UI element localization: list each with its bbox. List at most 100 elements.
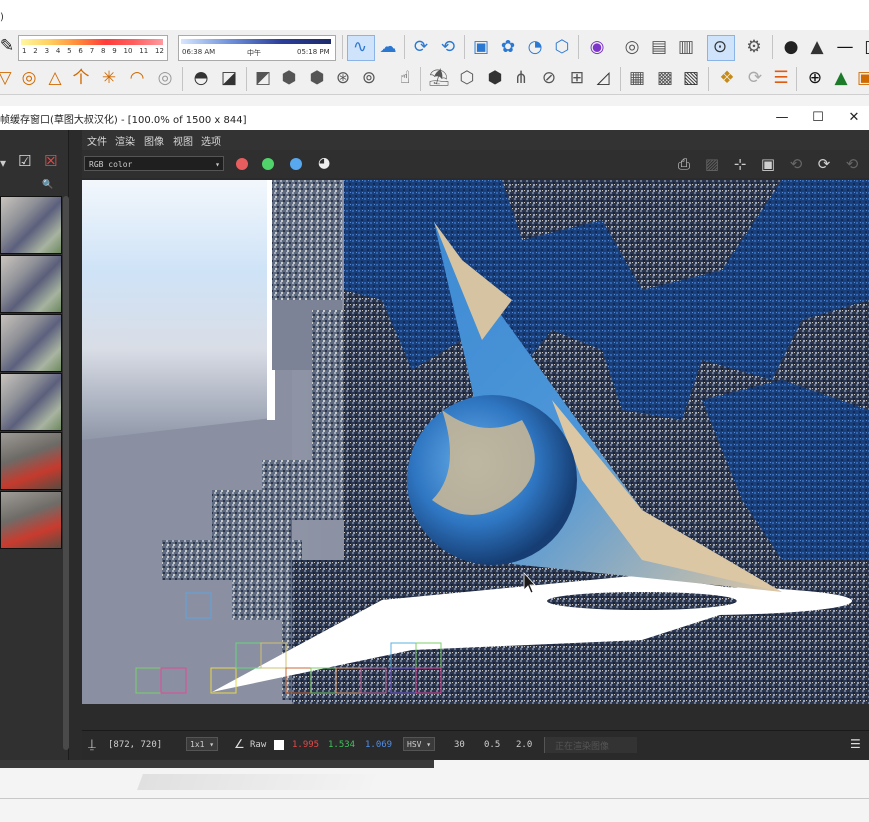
sun-icon[interactable]: ◔	[524, 36, 546, 58]
maximize-button[interactable]: ☐	[801, 108, 835, 128]
light-lister-icon[interactable]: ▤	[648, 36, 670, 58]
chevron-down-icon: ▾	[215, 160, 220, 169]
history-thumbnail[interactable]	[0, 314, 62, 372]
menu-file[interactable]: 文件	[87, 133, 107, 148]
wireframe-icon[interactable]: ∿	[349, 36, 371, 58]
triangle-icon[interactable]: △	[44, 67, 66, 89]
ipr-icon[interactable]: ⊙	[709, 36, 731, 58]
ellipse-icon[interactable]: ◠	[126, 67, 148, 89]
red-channel-button[interactable]	[236, 158, 248, 170]
umbrella-icon[interactable]: 个	[70, 67, 92, 89]
sun-time-slider[interactable]: 06:38 AM 中午 05:18 PM	[178, 35, 336, 61]
region-render-icon[interactable]: ▣	[758, 154, 778, 174]
hue-value: 30	[454, 740, 465, 750]
material-preview-icon[interactable]: ◓	[190, 67, 212, 89]
save-history-icon[interactable]: ☑	[18, 152, 31, 170]
history-thumbnail[interactable]	[0, 491, 62, 549]
menubar: 文件 渲染 图像 视图 选项	[82, 130, 869, 150]
delete-history-icon[interactable]: ☒	[44, 152, 57, 170]
render-viewport[interactable]	[82, 180, 869, 704]
zoom-select[interactable]: 1x1 ▾	[186, 737, 219, 751]
stack-icon[interactable]: ☰	[770, 67, 792, 89]
save-all-icon[interactable]: ▨	[702, 154, 722, 174]
value-value: 2.0	[516, 740, 533, 750]
render-region-icon[interactable]: ◉	[586, 36, 608, 58]
green-channel-button[interactable]	[262, 158, 274, 170]
menu-view[interactable]: 视图	[173, 133, 193, 148]
bake-icon[interactable]: ▦	[626, 67, 648, 89]
clipper-icon[interactable]: ◿	[592, 67, 614, 89]
link-icon[interactable]: ⟳	[814, 154, 834, 174]
minimize-button[interactable]: —	[765, 108, 799, 128]
plane-icon[interactable]: ▽	[0, 67, 16, 89]
box-icon[interactable]: ⬡	[456, 67, 478, 89]
sunburst-icon[interactable]: ✳	[98, 67, 120, 89]
scatter-icon[interactable]: ▧	[680, 67, 702, 89]
menu-render[interactable]: 渲染	[115, 133, 135, 148]
color-scale-labels: 1 2 3 4 5 6 7 8 9 10 11 12	[22, 47, 164, 55]
history-thumbnail[interactable]	[0, 196, 62, 254]
pixel-color-swatch	[274, 740, 284, 750]
refresh-icon[interactable]: ⟳	[744, 67, 766, 89]
track-mouse-icon[interactable]: ⊹	[730, 154, 750, 174]
history-thumbnail[interactable]	[0, 373, 62, 431]
cone-light-icon[interactable]: ▲	[806, 36, 828, 58]
expand-panel-icon[interactable]: ☰	[850, 737, 861, 751]
fur-icon[interactable]: ⬢	[484, 67, 506, 89]
interactive-render-icon[interactable]: ⟳	[410, 36, 432, 58]
history-search-icon[interactable]: 🔍	[42, 180, 53, 190]
time-end-label: 05:18 PM	[297, 48, 330, 56]
object-props-icon[interactable]: ⊚	[358, 67, 380, 89]
menu-options[interactable]: 选项	[201, 133, 221, 148]
color-picker-icon[interactable]: ∠	[234, 737, 245, 751]
background-viewport	[0, 760, 869, 822]
tree-icon[interactable]: ▲	[830, 67, 852, 89]
material-editor-icon[interactable]: ✿	[497, 36, 519, 58]
lightmix-icon[interactable]: ◪	[218, 67, 240, 89]
tile-icon[interactable]: ▩	[654, 67, 676, 89]
dome-light-icon[interactable]: ⛱	[428, 67, 450, 89]
render-last-icon[interactable]: ⟲	[786, 154, 806, 174]
close-button[interactable]: ✕	[837, 108, 869, 128]
stop-render-icon[interactable]: ⟲	[842, 154, 862, 174]
hand-tool-icon[interactable]: ☝	[394, 67, 416, 89]
grass-icon[interactable]: ⋔	[510, 67, 532, 89]
blue-channel-button[interactable]	[290, 158, 302, 170]
object-settings-icon[interactable]: ◎	[621, 36, 643, 58]
top-strip: )	[0, 0, 869, 30]
palette-icon[interactable]: ❖	[716, 67, 738, 89]
render-frame-icon[interactable]: ▣	[470, 36, 492, 58]
frame-buffer-titlebar[interactable]: 帧缓存窗口(草图大叔汉化) - [100.0% of 1500 x 844] —…	[0, 106, 869, 130]
camera-settings-icon[interactable]: ▥	[675, 36, 697, 58]
color-temperature-scale[interactable]: 1 2 3 4 5 6 7 8 9 10 11 12	[18, 35, 168, 61]
viewport-icon[interactable]: ⬡	[551, 36, 573, 58]
channel-select[interactable]: RGB color ▾	[84, 156, 224, 171]
save-image-icon[interactable]: ⎙	[674, 154, 694, 174]
menu-image[interactable]: 图像	[144, 133, 164, 148]
light-icon[interactable]: ●	[780, 36, 802, 58]
edit-icon[interactable]: ✎	[0, 35, 18, 57]
active-shade-icon[interactable]: ⟲	[437, 36, 459, 58]
minimize-icon[interactable]: —	[834, 36, 856, 58]
add-icon[interactable]: ⊕	[804, 67, 826, 89]
swatch-icon[interactable]: ▣	[854, 67, 869, 89]
grid-sphere-icon[interactable]: ⊛	[332, 67, 354, 89]
history-thumbnail[interactable]	[0, 255, 62, 313]
history-thumbnail[interactable]	[0, 432, 62, 490]
settings-icon[interactable]: ⚙	[743, 36, 765, 58]
grid-icon[interactable]: ⊞	[566, 67, 588, 89]
omni-light-icon[interactable]: ◎	[154, 67, 176, 89]
sphere-mesh-icon[interactable]: ⬢	[306, 67, 328, 89]
sphere-icon[interactable]: ◎	[18, 67, 40, 89]
panel-icon[interactable]: ▯	[858, 36, 869, 58]
history-options-icon[interactable]: ▾	[0, 156, 6, 170]
pixel-picker-icon[interactable]: ⍊	[88, 737, 96, 752]
proxy-box-icon[interactable]: ⬢	[278, 67, 300, 89]
alpha-channel-icon[interactable]: ◕	[318, 155, 330, 171]
render-setup-icon[interactable]: ☁	[377, 36, 399, 58]
window-title: 帧缓存窗口(草图大叔汉化) - [100.0% of 1500 x 844]	[0, 115, 247, 126]
color-mode-select[interactable]: HSV ▾	[403, 737, 436, 751]
proxy-icon[interactable]: ◩	[252, 67, 274, 89]
decal-icon[interactable]: ⊘	[538, 67, 560, 89]
history-scrollbar[interactable]	[63, 196, 69, 750]
